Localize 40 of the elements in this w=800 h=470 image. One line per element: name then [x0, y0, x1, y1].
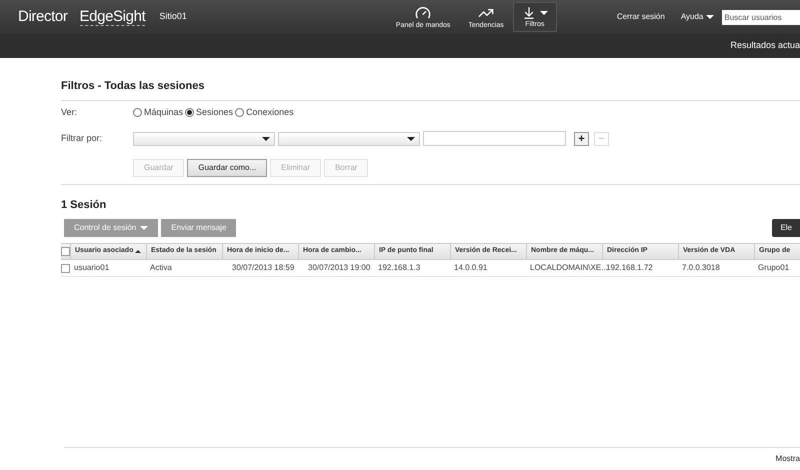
- view-radio[interactable]: Sesiones: [185, 106, 234, 120]
- caret-icon: [706, 15, 714, 19]
- add-button[interactable]: +: [574, 132, 589, 146]
- filter-action-button[interactable]: Guardar como...: [187, 158, 268, 176]
- caret-icon: [540, 10, 548, 14]
- table-cell: 30/07/2013 19:00: [308, 263, 370, 272]
- table-cell: LOCALDOMAIN\XE...: [530, 263, 608, 272]
- table-cell: 192.168.1.72: [606, 263, 653, 272]
- caret-icon: [407, 136, 415, 140]
- filter-label: Filtrar por:: [61, 132, 104, 145]
- results-title: 1 Sesión: [61, 198, 108, 212]
- table-cell: 192.168.1.3: [378, 263, 420, 272]
- help-menu[interactable]: Ayuda: [680, 11, 714, 23]
- logout-link[interactable]: Cerrar sesión: [616, 11, 665, 23]
- table-cell: 14.0.0.91: [454, 263, 488, 272]
- filter-dropdown[interactable]: [278, 132, 420, 146]
- right-button[interactable]: Ele: [772, 219, 800, 237]
- checkbox[interactable]: [61, 264, 70, 272]
- search-field[interactable]: Buscar usuarios: [722, 10, 800, 24]
- checkbox[interactable]: [61, 247, 70, 256]
- table-cell: 7.0.0.3018: [682, 263, 720, 272]
- table-cell: Activa: [150, 263, 172, 272]
- product-logo: EdgeSight: [80, 8, 146, 26]
- caret-icon: [262, 136, 270, 140]
- radio-circle[interactable]: [185, 108, 194, 117]
- gauge-icon: [415, 4, 432, 20]
- filter-dropdown[interactable]: [133, 132, 275, 146]
- section-title: Filtros - Todas las sesiones: [61, 79, 206, 94]
- view-radio[interactable]: Máquinas: [133, 106, 184, 120]
- view-radio[interactable]: Conexiones: [235, 106, 294, 120]
- brand-logo: Director: [18, 6, 68, 27]
- view-label: Ver:: [61, 106, 78, 119]
- table-cell: 30/07/2013 18:59: [232, 263, 294, 272]
- caret-icon: [140, 226, 148, 230]
- table-cell: Grupo01: [758, 263, 790, 272]
- footer-text: Mostra: [776, 453, 800, 465]
- table-cell: usuario01: [74, 263, 110, 272]
- results-text: Resultados actua: [730, 39, 800, 52]
- site-name: Sitio01: [159, 10, 187, 24]
- filter-value-field[interactable]: [423, 131, 566, 146]
